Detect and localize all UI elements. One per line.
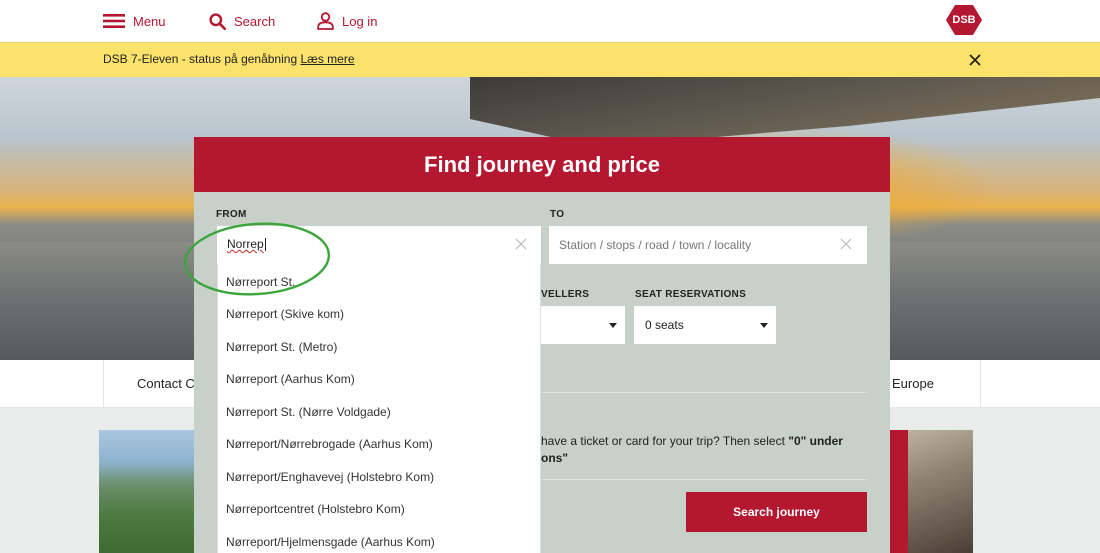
- autocomplete-dropdown: Nørreport St. Nørreport (Skive kom) Nørr…: [217, 264, 541, 553]
- close-icon[interactable]: [967, 52, 983, 68]
- suggestion-item[interactable]: Nørreport (Aarhus Kom): [226, 372, 355, 386]
- travellers-select[interactable]: [541, 306, 625, 344]
- search-button[interactable]: Search: [209, 10, 275, 32]
- menu-button[interactable]: Menu: [103, 10, 166, 32]
- journey-title: Find journey and price: [424, 151, 660, 177]
- to-input[interactable]: [559, 236, 829, 254]
- ticket-info-bold-2: ons": [541, 451, 569, 465]
- highlight-annotation-circle: [183, 222, 331, 296]
- clear-icon[interactable]: [840, 238, 852, 250]
- banner-text: DSB 7-Eleven - status på genåbning Læs m…: [103, 52, 355, 66]
- ticket-info-message: have a ticket or card for your trip? The…: [541, 434, 785, 448]
- subnav-divider: [980, 360, 981, 408]
- subnav-divider: [103, 360, 104, 408]
- subnav-item-contact[interactable]: Contact C: [137, 376, 195, 391]
- journey-panel-header: Find journey and price: [194, 137, 890, 192]
- from-label: FROM: [216, 209, 247, 220]
- suggestion-item[interactable]: Nørreport/Enghavevej (Holstebro Kom): [226, 470, 434, 484]
- landscape-photo[interactable]: [99, 430, 199, 553]
- panel-divider: [541, 479, 867, 480]
- chevron-down-icon: [760, 323, 768, 328]
- suggestion-item[interactable]: Nørreport (Skive kom): [226, 307, 344, 321]
- suggestion-item[interactable]: Nørreport/Hjelmensgade (Aarhus Kom): [226, 535, 435, 549]
- subnav-item-europe[interactable]: Europe: [892, 376, 934, 391]
- banner-message: DSB 7-Eleven - status på genåbning: [103, 52, 298, 66]
- hamburger-menu-icon: [103, 14, 125, 28]
- menu-label: Menu: [133, 13, 166, 29]
- login-button[interactable]: Log in: [317, 10, 377, 32]
- ticket-info-bold-1: "0" under: [788, 434, 843, 448]
- suggestion-item[interactable]: Nørreport St. (Metro): [226, 340, 337, 354]
- ticket-info-text: have a ticket or card for your trip? The…: [541, 433, 871, 467]
- search-journey-button[interactable]: Search journey: [686, 492, 867, 532]
- suggestion-item[interactable]: Nørreport St. (Nørre Voldgade): [226, 405, 391, 419]
- panel-divider: [541, 392, 867, 393]
- to-label: TO: [550, 209, 565, 220]
- seat-reservations-select[interactable]: 0 seats: [634, 306, 776, 344]
- clear-icon[interactable]: [515, 238, 527, 250]
- search-label: Search: [234, 13, 276, 29]
- dsb-logo[interactable]: DSB: [946, 5, 982, 35]
- status-banner: DSB 7-Eleven - status på genåbning Læs m…: [0, 42, 1100, 77]
- seat-reservations-label: SEAT RESERVATIONS: [635, 289, 747, 300]
- search-icon: [209, 12, 226, 30]
- suggestion-item[interactable]: Nørreport/Nørrebrogade (Aarhus Kom): [226, 437, 433, 451]
- suggestion-item[interactable]: Nørreportcentret (Holstebro Kom): [226, 502, 405, 516]
- to-field[interactable]: [549, 226, 867, 264]
- seat-reservations-value: 0 seats: [645, 318, 684, 332]
- dsb-logo-text: DSB: [952, 14, 976, 26]
- red-card-edge: [888, 430, 908, 553]
- travellers-label: VELLERS: [541, 289, 590, 300]
- top-navigation: Menu Search Log in DSB: [0, 0, 1100, 42]
- user-icon: [317, 12, 334, 30]
- chevron-down-icon: [609, 323, 617, 328]
- banner-read-more-link[interactable]: Læs mere: [300, 52, 354, 66]
- login-label: Log in: [342, 13, 378, 29]
